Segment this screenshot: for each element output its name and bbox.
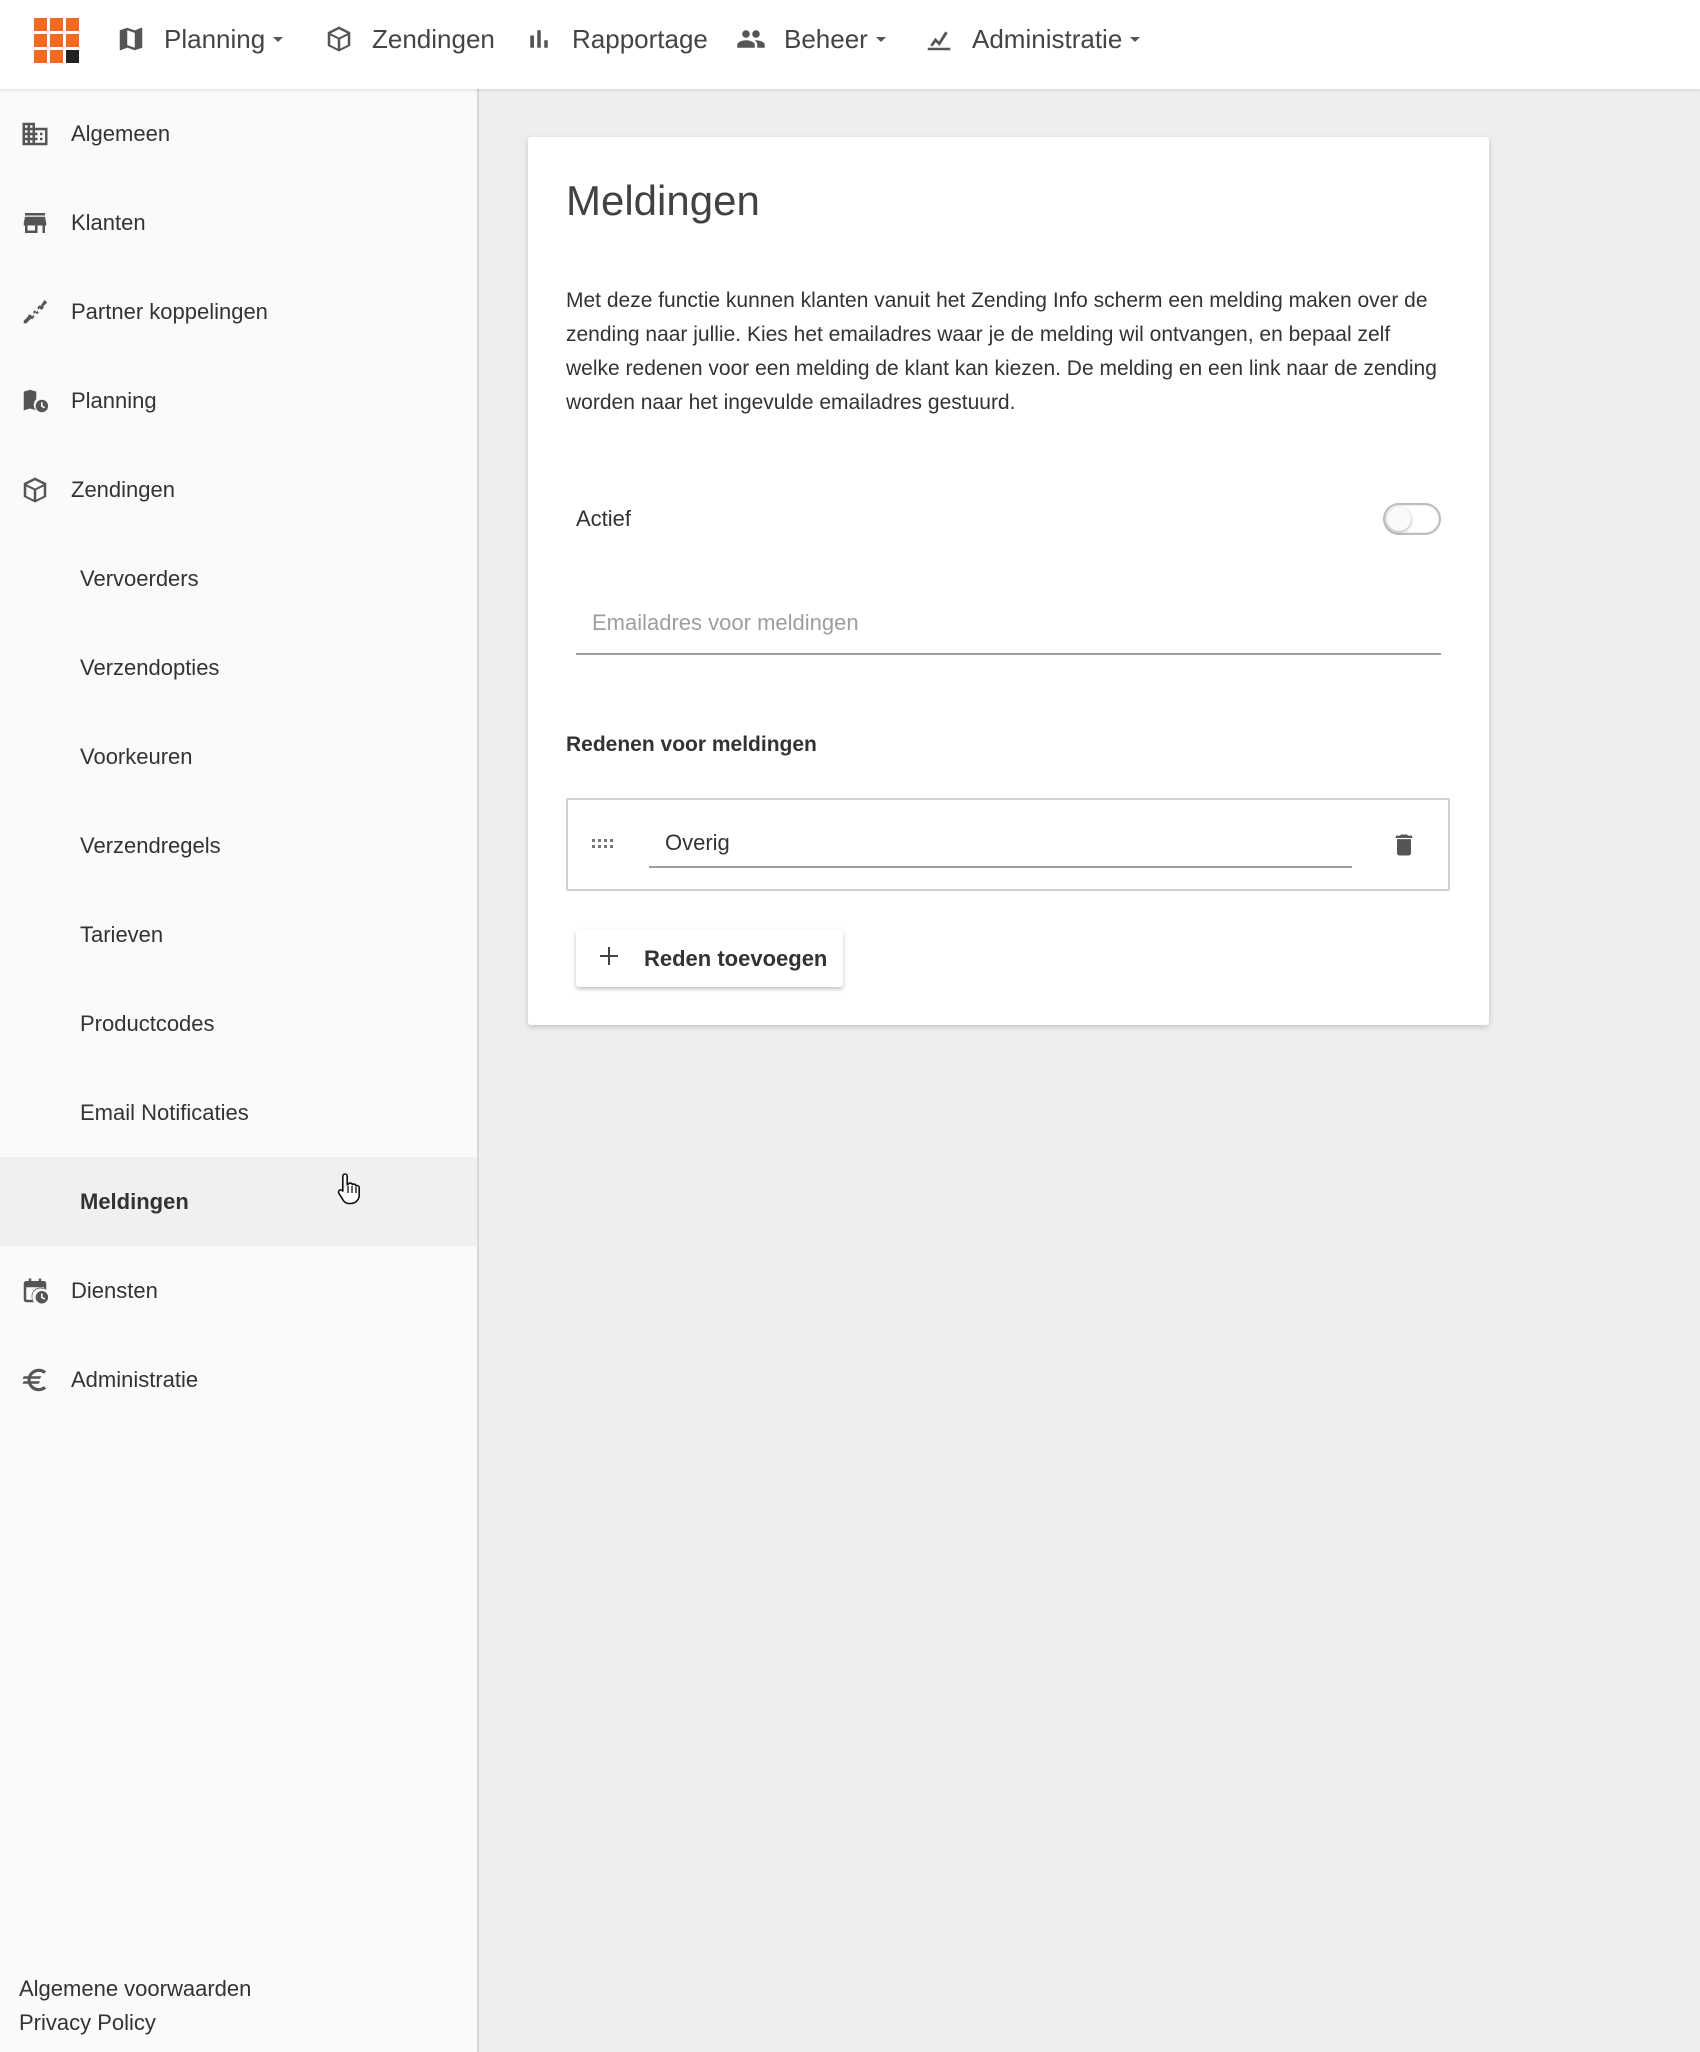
sidebar-item-zendingen[interactable]: Zendingen	[0, 445, 477, 534]
sidebar-item-label: Verzendregels	[80, 832, 221, 858]
chevron-down-icon	[875, 36, 886, 42]
sidebar-item-label: Zendingen	[71, 476, 175, 502]
map-clock-icon	[20, 386, 50, 416]
sidebar-item-administratie[interactable]: Administratie	[0, 1335, 477, 1424]
reasons-section-title: Redenen voor meldingen	[566, 733, 817, 756]
plug-icon	[20, 297, 50, 327]
nav-beheer-menu[interactable]: Beheer	[736, 0, 886, 78]
email-notification-input[interactable]	[576, 592, 1441, 655]
sidebar-item-diensten[interactable]: Diensten	[0, 1246, 477, 1335]
sidebar-item-voorkeuren[interactable]: Voorkeuren	[0, 712, 477, 801]
chevron-down-icon	[1130, 36, 1141, 42]
nav-zendingen-label: Zendingen	[372, 23, 495, 54]
sidebar-item-label: Diensten	[71, 1277, 158, 1303]
active-label: Actief	[576, 506, 632, 531]
sidebar-item-label: Administratie	[71, 1366, 199, 1392]
settings-sidebar: Algemeen Klanten Partner koppelingen Pla…	[0, 89, 479, 2052]
sidebar-item-verzendregels[interactable]: Verzendregels	[0, 801, 477, 890]
nav-administratie-label: Administratie	[972, 23, 1123, 54]
nav-rapportage-label: Rapportage	[572, 23, 708, 54]
sidebar-item-label: Partner koppelingen	[71, 298, 268, 324]
terms-link[interactable]: Algemene voorwaarden	[19, 1972, 251, 2006]
hand-cursor-icon	[337, 1173, 360, 1205]
people-icon	[737, 30, 765, 48]
app-logo-icon[interactable]	[34, 18, 80, 64]
drag-handle-icon[interactable]	[590, 835, 618, 855]
nav-planning-menu[interactable]: Planning	[116, 0, 284, 78]
sidebar-footer-links: Algemene voorwaarden Privacy Policy	[19, 1972, 251, 2040]
sidebar-item-meldingen[interactable]: Meldingen	[0, 1157, 477, 1246]
sidebar-item-label: Verzendopties	[80, 654, 220, 680]
nav-planning-label: Planning	[164, 23, 266, 54]
top-navigation-bar: Planning Zendingen Rapportage Beheer Adm…	[0, 0, 1700, 89]
sidebar-item-label: Planning	[71, 387, 157, 413]
reason-list-item	[566, 798, 1450, 891]
sidebar-item-label: Algemeen	[71, 120, 171, 146]
nav-beheer-label: Beheer	[784, 23, 868, 54]
nav-rapportage-link[interactable]: Rapportage	[524, 0, 708, 78]
box-icon	[20, 475, 50, 505]
bar-chart-icon	[530, 30, 548, 48]
store-icon	[20, 208, 50, 238]
add-reason-button[interactable]: Reden toevoegen	[576, 930, 843, 987]
sidebar-item-productcodes[interactable]: Productcodes	[0, 979, 477, 1068]
page-title: Meldingen	[566, 177, 760, 224]
euro-icon	[20, 1365, 50, 1395]
reason-input[interactable]	[649, 820, 1352, 868]
active-toggle[interactable]	[1383, 503, 1441, 535]
nav-administratie-menu[interactable]: Administratie	[924, 0, 1141, 78]
chevron-down-icon	[273, 36, 284, 42]
sidebar-item-label: Email Notificaties	[80, 1099, 249, 1125]
sidebar-item-verzendopties[interactable]: Verzendopties	[0, 623, 477, 712]
sidebar-item-partner-koppelingen[interactable]: Partner koppelingen	[0, 267, 477, 356]
meldingen-settings-card: Meldingen Met deze functie kunnen klante…	[528, 137, 1489, 1025]
sidebar-item-klanten[interactable]: Klanten	[0, 178, 477, 267]
sidebar-item-label: Productcodes	[80, 1010, 215, 1036]
map-icon	[119, 27, 143, 51]
nav-zendingen-link[interactable]: Zendingen	[324, 0, 495, 78]
sidebar-item-label: Voorkeuren	[80, 743, 193, 769]
sidebar-item-algemeen[interactable]: Algemeen	[0, 89, 477, 178]
plus-icon	[598, 945, 620, 967]
delete-reason-icon[interactable]	[1390, 830, 1418, 860]
sidebar-item-label: Meldingen	[80, 1188, 189, 1214]
sidebar-item-label: Tarieven	[80, 921, 164, 947]
card-description: Met deze functie kunnen klanten vanuit h…	[566, 289, 1437, 414]
calendar-clock-icon	[20, 1276, 50, 1306]
building-icon	[20, 119, 50, 149]
active-setting-row: Actief	[576, 497, 1441, 541]
sidebar-item-vervoerders[interactable]: Vervoerders	[0, 534, 477, 623]
box-icon	[327, 26, 351, 52]
sidebar-item-planning[interactable]: Planning	[0, 356, 477, 445]
privacy-policy-link[interactable]: Privacy Policy	[19, 2006, 251, 2040]
sidebar-item-email-notificaties[interactable]: Email Notificaties	[0, 1068, 477, 1157]
sidebar-item-tarieven[interactable]: Tarieven	[0, 890, 477, 979]
add-reason-label: Reden toevoegen	[644, 945, 828, 971]
sidebar-item-label: Klanten	[71, 209, 146, 235]
sidebar-item-label: Vervoerders	[80, 565, 199, 591]
chart-hand-icon	[927, 31, 951, 51]
